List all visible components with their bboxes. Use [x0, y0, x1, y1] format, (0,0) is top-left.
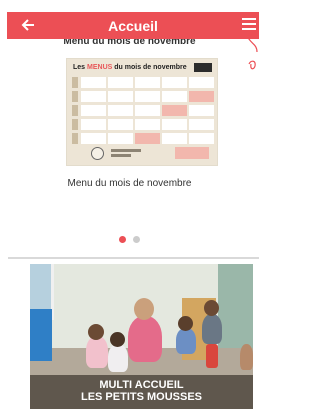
- menu-image-heading: Les MENUS du mois de novembre: [73, 64, 187, 71]
- child: [202, 314, 222, 344]
- child: [86, 336, 108, 368]
- back-button[interactable]: [21, 15, 39, 35]
- heart-decoration-icon: [246, 35, 258, 70]
- child: [176, 328, 196, 354]
- photo-card-label: MULTI ACCUEIL LES PETITS MOUSSES: [30, 375, 253, 409]
- photo-card-title: MULTI ACCUEIL: [99, 379, 184, 391]
- page-title: Accueil: [108, 17, 158, 34]
- nursery-photo-card[interactable]: MULTI ACCUEIL LES PETITS MOUSSES: [30, 264, 253, 409]
- carousel-indicator: [0, 236, 259, 243]
- carousel-dot-2[interactable]: [133, 236, 140, 243]
- menu-stamp-icon: [91, 147, 104, 160]
- hamburger-icon: [242, 18, 256, 20]
- menu-button[interactable]: [242, 18, 256, 32]
- menu-grid: [72, 77, 214, 145]
- top-app-bar: Accueil: [7, 12, 259, 39]
- app-screen: Menu du mois de novembre Accueil Les MEN…: [0, 0, 259, 409]
- photo-card-subtitle: LES PETITS MOUSSES: [80, 391, 203, 403]
- child: [240, 344, 253, 370]
- menu-caption: Menu du mois de novembre: [67, 178, 192, 189]
- child: [108, 344, 128, 372]
- divider: [8, 257, 259, 259]
- menu-logo: [194, 63, 212, 72]
- caregiver: [128, 316, 162, 362]
- play-mat: [30, 309, 52, 361]
- menu-image[interactable]: Les MENUS du mois de novembre: [66, 58, 218, 166]
- carousel-dot-1[interactable]: [119, 236, 126, 243]
- arrow-left-icon: [21, 19, 34, 31]
